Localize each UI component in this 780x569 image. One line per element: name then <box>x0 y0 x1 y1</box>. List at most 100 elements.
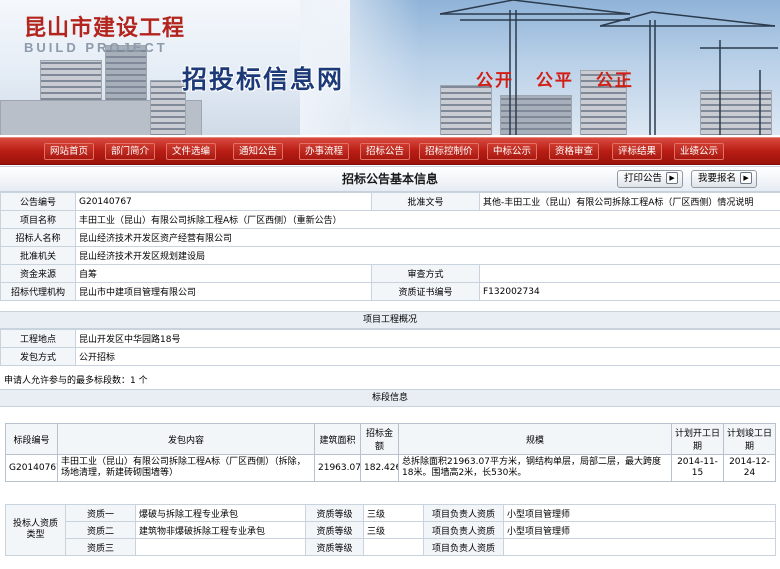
field-label: 批准文号 <box>371 192 480 211</box>
field-label: 工程地点 <box>0 329 76 348</box>
arrow-right-icon: ▶ <box>666 171 679 184</box>
main-nav: 网站首页 部门简介 文件选编 通知公告 办事流程 招标公告 招标控制价 中标公示… <box>0 137 780 165</box>
approval-doc-value: 其他-丰田工业（昆山）有限公司拆除工程A标（厂区西侧）情况说明 <box>479 192 780 211</box>
column-header: 规模 <box>398 423 672 455</box>
nav-item-tender-notice[interactable]: 招标公告 <box>360 143 411 160</box>
site-banner: 昆山市建设工程 BUILD PROJECT 招投标信息网 公开 公平 公正 <box>0 0 780 135</box>
table-row: 工程地点 昆山开发区中华园路18号 <box>0 329 780 348</box>
qualification-name: 爆破与拆除工程专业承包 <box>135 504 306 522</box>
arrow-right-icon: ▶ <box>740 171 753 184</box>
location-value: 昆山开发区中华园路18号 <box>75 329 780 348</box>
logo-text-cn: 昆山市建设工程 <box>24 15 186 41</box>
table-row: 投标人资质类型 资质一 爆破与拆除工程专业承包 资质等级 三级 项目负责人资质 … <box>5 504 776 556</box>
table-row: 资质二 建筑物非爆破拆除工程专业承包 资质等级 三级 项目负责人资质 小型项目管… <box>6 521 776 539</box>
table-header-row: 标段编号 发包内容 建筑面积 招标金额 规模 计划开工日期 计划竣工日期 <box>5 423 776 455</box>
register-button-label: 我要报名 <box>698 173 737 184</box>
column-header: 计划开工日期 <box>671 423 724 455</box>
qualification-table: 投标人资质类型 资质一 爆破与拆除工程专业承包 资质等级 三级 项目负责人资质 … <box>5 504 776 556</box>
table-row: 招标代理机构 昆山市中建项目管理有限公司 资质证书编号 F132002734 <box>0 282 780 301</box>
project-name-value: 丰田工业（昆山）有限公司拆除工程A标（厂区西侧）（重新公告） <box>75 210 780 229</box>
column-header: 计划竣工日期 <box>723 423 776 455</box>
announce-no-value: G20140767 <box>75 192 372 211</box>
field-label: 招标人名称 <box>0 228 76 247</box>
agency-value: 昆山市中建项目管理有限公司 <box>75 282 372 301</box>
table-row: 批准机关 昆山经济技术开发区规划建设局 <box>0 246 780 265</box>
field-label: 项目负责人资质 <box>423 538 504 556</box>
lot-end-cell: 2014-12-24 <box>723 454 776 482</box>
qualification-index: 资质一 <box>65 504 136 522</box>
section-title-lots: 标段信息 <box>0 389 780 407</box>
column-header: 标段编号 <box>5 423 58 455</box>
column-header: 招标金额 <box>360 423 399 455</box>
register-button[interactable]: 我要报名 ▶ <box>691 170 758 188</box>
nav-item-process[interactable]: 办事流程 <box>299 143 350 160</box>
lot-content-cell: 丰田工业（昆山）有限公司拆除工程A标（厂区西侧）（拆除，场地清理，新建砖砌围墙等… <box>57 454 315 482</box>
field-label: 项目名称 <box>0 210 76 229</box>
print-button[interactable]: 打印公告 ▶ <box>617 170 684 188</box>
print-button-label: 打印公告 <box>624 173 663 184</box>
building-illustration <box>150 80 186 135</box>
lot-amount-cell: 182.426 <box>360 454 399 482</box>
nav-item-award-notice[interactable]: 中标公示 <box>487 143 538 160</box>
announcement-title-bar: 招标公告基本信息 打印公告 ▶ 我要报名 ▶ <box>0 166 780 192</box>
qualification-name: 建筑物非爆破拆除工程专业承包 <box>135 521 306 539</box>
slogan-word: 公正 <box>595 71 634 91</box>
basic-info-table: 公告编号 G20140767 批准文号 其他-丰田工业（昆山）有限公司拆除工程A… <box>0 192 780 301</box>
table-row: 资质三 资质等级 项目负责人资质 <box>6 538 776 556</box>
nav-item-about[interactable]: 部门简介 <box>105 143 156 160</box>
qualification-name <box>135 538 306 556</box>
nav-item-performance[interactable]: 业绩公示 <box>674 143 725 160</box>
field-label: 资金来源 <box>0 264 76 283</box>
nav-item-notices[interactable]: 通知公告 <box>233 143 284 160</box>
lot-start-cell: 2014-11-15 <box>671 454 724 482</box>
funds-value: 自筹 <box>75 264 372 283</box>
qualification-grade: 三级 <box>363 521 424 539</box>
section-title-overview: 项目工程概况 <box>0 311 780 329</box>
nav-item-home[interactable]: 网站首页 <box>44 143 95 160</box>
field-label: 审查方式 <box>371 264 480 283</box>
slogan: 公开 公平 公正 <box>476 66 648 91</box>
lot-scale-cell: 总拆除面积21963.07平方米，钢结构单层，局部二层，最大跨度18米。围墙高2… <box>398 454 672 482</box>
column-header: 建筑面积 <box>314 423 361 455</box>
slogan-word: 公平 <box>535 71 574 91</box>
nav-item-documents[interactable]: 文件选编 <box>166 143 217 160</box>
lots-table: 标段编号 发包内容 建筑面积 招标金额 规模 计划开工日期 计划竣工日期 G20… <box>5 423 776 482</box>
field-label: 项目负责人资质 <box>423 521 504 539</box>
field-label: 资质等级 <box>305 521 364 539</box>
max-lots-note: 申请人允许参与的最多标段数：1 个 <box>4 376 148 386</box>
pm-qualification: 小型项目管理师 <box>503 504 776 522</box>
pm-qualification <box>503 538 776 556</box>
qualification-type-label: 投标人资质类型 <box>5 504 66 556</box>
field-label: 项目负责人资质 <box>423 504 504 522</box>
field-label: 招标代理机构 <box>0 282 76 301</box>
slogan-word: 公开 <box>476 71 514 91</box>
pm-qualification: 小型项目管理师 <box>503 521 776 539</box>
nav-item-bid-result[interactable]: 评标结果 <box>612 143 663 160</box>
field-label: 发包方式 <box>0 347 76 366</box>
table-row: 招标人名称 昆山经济技术开发区资产经营有限公司 <box>0 228 780 247</box>
lot-no-cell: G20140767 <box>5 454 58 482</box>
qualification-index: 资质三 <box>65 538 136 556</box>
qualification-grade: 三级 <box>363 504 424 522</box>
approver-value: 昆山经济技术开发区规划建设局 <box>75 246 780 265</box>
table-row: 公告编号 G20140767 批准文号 其他-丰田工业（昆山）有限公司拆除工程A… <box>0 192 780 211</box>
page: { "header": { "logo_cn": "昆山市建设工程", "log… <box>0 0 780 569</box>
qualification-grade <box>363 538 424 556</box>
nav-item-qualification[interactable]: 资格审查 <box>549 143 600 160</box>
table-row: 资金来源 自筹 审查方式 <box>0 264 780 283</box>
field-label: 资质等级 <box>305 504 364 522</box>
review-value <box>479 264 780 283</box>
tenderer-value: 昆山经济技术开发区资产经营有限公司 <box>75 228 780 247</box>
site-title: 招投标信息网 <box>182 65 345 94</box>
column-header: 发包内容 <box>57 423 315 455</box>
overview-table: 工程地点 昆山开发区中华园路18号 发包方式 公开招标 <box>0 329 780 366</box>
field-label: 批准机关 <box>0 246 76 265</box>
logo-text-en: BUILD PROJECT <box>24 40 168 55</box>
table-row: 发包方式 公开招标 <box>0 347 780 366</box>
qualification-index: 资质二 <box>65 521 136 539</box>
nav-item-control-price[interactable]: 招标控制价 <box>419 143 479 160</box>
cert-value: F132002734 <box>479 282 780 301</box>
table-row: G20140767 丰田工业（昆山）有限公司拆除工程A标（厂区西侧）（拆除，场地… <box>5 454 776 482</box>
table-row: 项目名称 丰田工业（昆山）有限公司拆除工程A标（厂区西侧）（重新公告） <box>0 210 780 229</box>
field-label: 公告编号 <box>0 192 76 211</box>
